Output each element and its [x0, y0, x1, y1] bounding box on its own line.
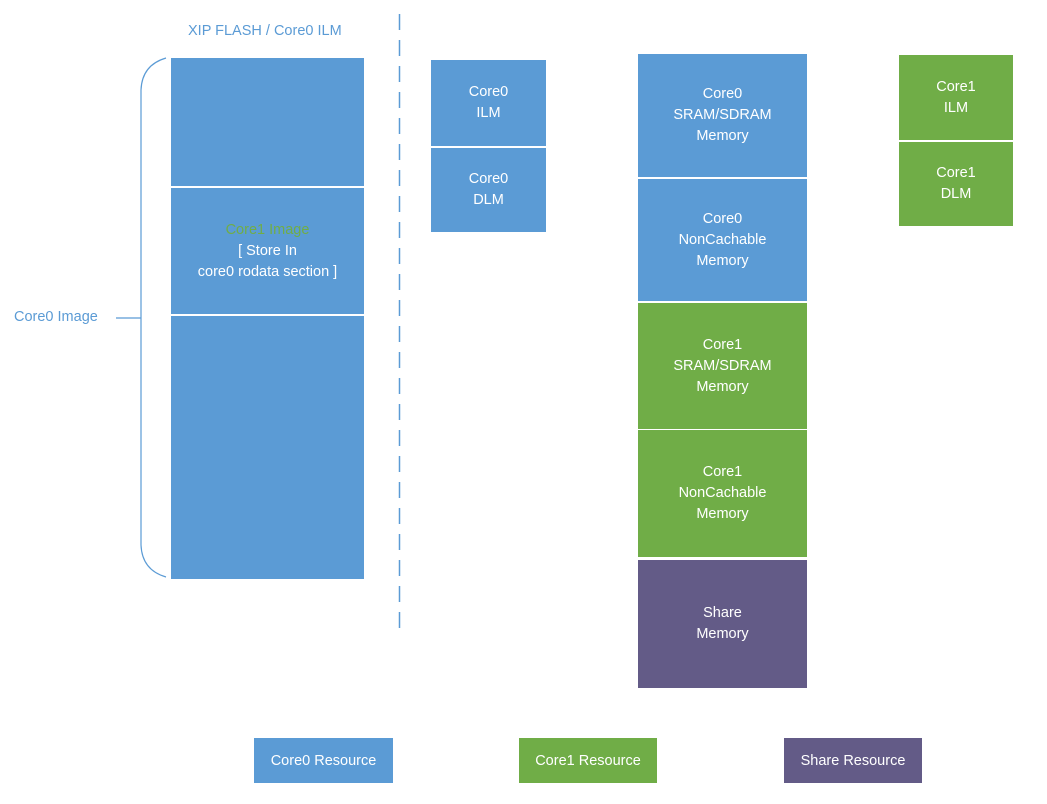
xip-flash-title: XIP FLASH / Core0 ILM	[188, 23, 342, 39]
memory-stack: Core0 SRAM/SDRAM Memory Core0 NonCachabl…	[638, 54, 807, 688]
block-line: Core1	[936, 78, 976, 95]
share-memory-block: Share Memory	[638, 560, 807, 688]
block-line: Core0	[468, 171, 509, 187]
block-line: DLM	[940, 186, 972, 202]
block-line: Core0	[702, 86, 743, 102]
block-line: Memory	[696, 506, 749, 522]
core0-noncachable-block: Core0 NonCachable Memory	[638, 179, 807, 301]
legend-core1-resource: Core1 Resource	[519, 738, 657, 783]
block-line: Core1	[702, 464, 743, 480]
core0-image-label: Core0 Image	[14, 309, 98, 325]
block-line: ILM	[476, 105, 501, 121]
dashed-divider	[398, 14, 401, 632]
core1-image-title: Core1 Image	[225, 221, 310, 238]
core0-image-brace	[116, 57, 167, 578]
legend-share-resource: Share Resource	[784, 738, 922, 783]
flash-segment-line: core0 rodata section ]	[197, 263, 338, 280]
core0-ilm-block: Core0 ILM	[431, 60, 546, 146]
core0-local-memory: Core0 ILM Core0 DLM	[431, 60, 546, 232]
block-line: Memory	[696, 626, 749, 642]
block-line: NonCachable	[678, 231, 767, 248]
flash-segment-core0-code	[171, 58, 364, 187]
core0-sram-block: Core0 SRAM/SDRAM Memory	[638, 54, 807, 177]
block-line: DLM	[473, 192, 504, 208]
block-line: Core0	[702, 210, 743, 227]
block-line: ILM	[943, 99, 969, 116]
block-line: Core1	[702, 336, 743, 353]
xip-flash-block: Core1 Image [ Store In core0 rodata sect…	[171, 58, 364, 579]
block-line: SRAM/SDRAM	[673, 357, 772, 374]
block-line: Memory	[696, 378, 749, 395]
block-line: Share	[703, 605, 742, 621]
core1-sram-block: Core1 SRAM/SDRAM Memory	[638, 303, 807, 429]
block-line: Core1	[936, 165, 976, 181]
core1-noncachable-block: Core1 NonCachable Memory	[638, 430, 807, 557]
core1-ilm-block: Core1 ILM	[899, 55, 1013, 140]
block-line: SRAM/SDRAM	[673, 107, 772, 123]
flash-segment-core0-rest	[171, 316, 364, 579]
block-line: Memory	[696, 128, 749, 144]
flash-segment-core1-image: Core1 Image [ Store In core0 rodata sect…	[171, 188, 364, 314]
block-line: NonCachable	[678, 485, 767, 501]
block-line: Core0	[468, 84, 509, 100]
block-line: Memory	[696, 252, 749, 269]
legend-core0-resource: Core0 Resource	[254, 738, 393, 783]
core1-local-memory: Core1 ILM Core1 DLM	[899, 55, 1013, 226]
flash-segment-line: [ Store In	[238, 242, 297, 259]
core0-dlm-block: Core0 DLM	[431, 148, 546, 232]
core1-dlm-block: Core1 DLM	[899, 142, 1013, 226]
